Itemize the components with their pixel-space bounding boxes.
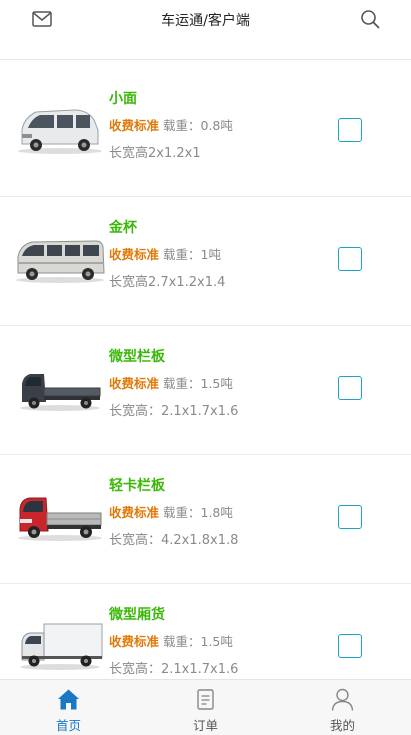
select-checkbox[interactable] <box>338 247 362 271</box>
fee-standard-link[interactable]: 收费标准 <box>109 118 159 133</box>
vehicle-dimensions: 长宽高2.7x1.2x1.4 <box>109 275 226 290</box>
vehicle-load: 载重：1.5吨 <box>163 376 233 391</box>
vehicle-load-info: 收费标准 载重：1.5吨 <box>109 631 233 650</box>
vehicle-name: 微型栏板 <box>109 349 165 365</box>
vehicle-name: 轻卡栏板 <box>109 478 165 494</box>
vehicle-load: 载重：0.8吨 <box>163 118 233 133</box>
vehicle-load-info: 收费标准 载重：0.8吨 <box>109 115 233 134</box>
box-truck-image <box>20 623 103 670</box>
vehicle-load: 载重：1吨 <box>163 247 221 262</box>
tab-profile[interactable]: 我的 <box>274 680 411 735</box>
app-header: 车运通/客户端 <box>0 0 411 60</box>
van-image <box>16 240 105 283</box>
vehicle-name: 金杯 <box>109 220 137 236</box>
vehicle-load-info: 收费标准 载重：1吨 <box>109 244 221 263</box>
search-icon[interactable] <box>360 9 380 29</box>
mini-flatbed-truck-image <box>20 374 101 411</box>
vehicle-card[interactable]: 金杯 收费标准 载重：1吨 长宽高2.7x1.2x1.4 <box>0 197 411 326</box>
vehicle-name: 微型厢货 <box>109 607 165 623</box>
home-icon <box>58 689 79 710</box>
tab-home-label: 首页 <box>55 718 81 733</box>
tab-orders[interactable]: 订单 <box>137 680 274 735</box>
select-checkbox[interactable] <box>338 376 362 400</box>
vehicle-dimensions: 长宽高2x1.2x1 <box>109 146 201 161</box>
select-checkbox[interactable] <box>338 634 362 658</box>
vehicle-list: 小面 收费标准 载重：0.8吨 长宽高2x1.2x1 金杯 收费标准 载重：1吨… <box>0 68 411 713</box>
vehicle-name: 小面 <box>109 91 137 107</box>
vehicle-card[interactable]: 微型栏板 收费标准 载重：1.5吨 长宽高：2.1x1.7x1.6 <box>0 326 411 455</box>
fee-standard-link[interactable]: 收费标准 <box>109 376 159 391</box>
order-icon <box>197 689 214 710</box>
user-icon <box>331 688 354 711</box>
vehicle-dimensions: 长宽高：4.2x1.8x1.8 <box>109 533 239 548</box>
fee-standard-link[interactable]: 收费标准 <box>109 634 159 649</box>
tab-orders-label: 订单 <box>192 718 218 733</box>
fee-standard-link[interactable]: 收费标准 <box>109 505 159 520</box>
minivan-image <box>18 109 102 154</box>
vehicle-card[interactable]: 轻卡栏板 收费标准 载重：1.8吨 长宽高：4.2x1.8x1.8 <box>0 455 411 584</box>
tab-home[interactable]: 首页 <box>0 680 137 735</box>
tab-profile-label: 我的 <box>329 718 355 733</box>
vehicle-card[interactable]: 小面 收费标准 载重：0.8吨 长宽高2x1.2x1 <box>0 68 411 197</box>
fee-standard-link[interactable]: 收费标准 <box>109 247 159 262</box>
vehicle-load-info: 收费标准 载重：1.5吨 <box>109 373 233 392</box>
vehicle-load: 载重：1.8吨 <box>163 505 233 520</box>
vehicle-dimensions: 长宽高：2.1x1.7x1.6 <box>109 662 239 677</box>
select-checkbox[interactable] <box>338 505 362 529</box>
vehicle-dimensions: 长宽高：2.1x1.7x1.6 <box>109 404 239 419</box>
light-truck-image <box>18 497 102 541</box>
select-checkbox[interactable] <box>338 118 362 142</box>
page-title: 车运通/客户端 <box>161 13 250 29</box>
vehicle-load-info: 收费标准 载重：1.8吨 <box>109 502 233 521</box>
vehicle-load: 载重：1.5吨 <box>163 634 233 649</box>
bottom-tab-bar: 首页 订单 我的 <box>0 679 411 735</box>
